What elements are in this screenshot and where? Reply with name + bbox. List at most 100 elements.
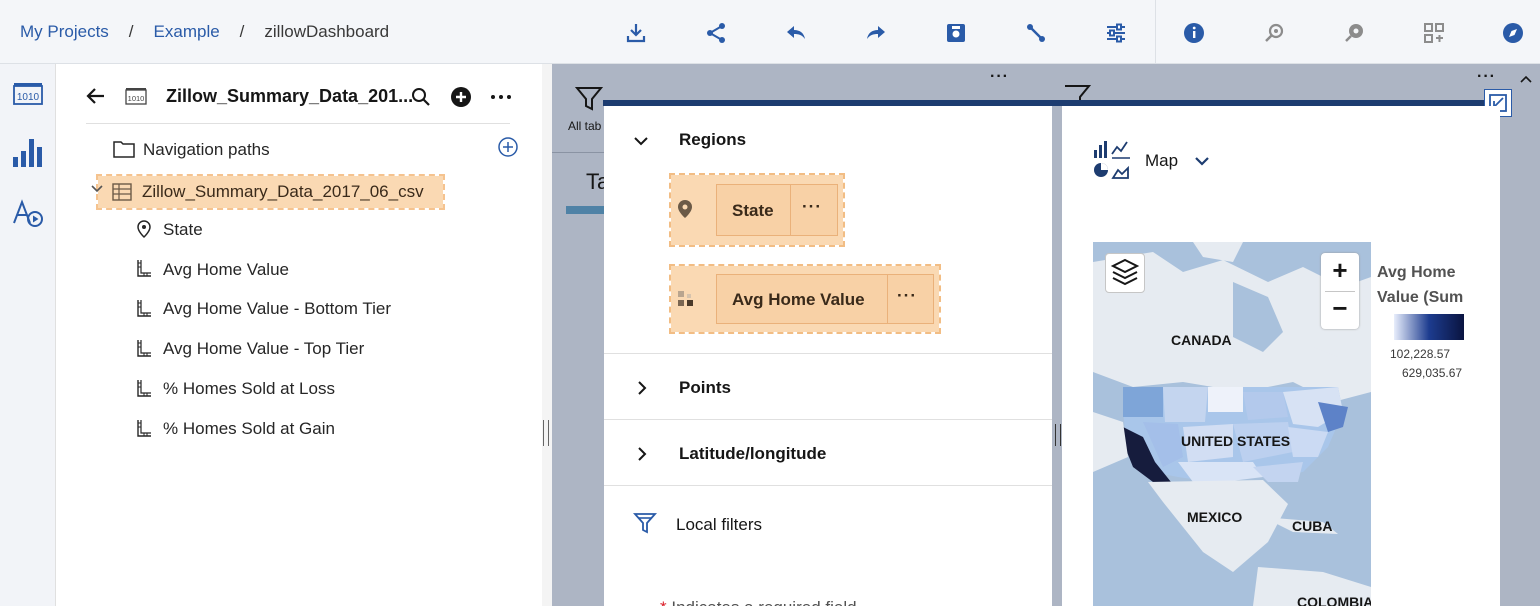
section-divider: [604, 419, 1052, 420]
add-navigation-path-icon[interactable]: [497, 136, 519, 158]
map-label-canada: CANADA: [1171, 332, 1232, 348]
redo-icon[interactable]: [863, 20, 889, 46]
search-icon[interactable]: [409, 85, 433, 109]
value-chip-label: Avg Home Value: [732, 290, 865, 309]
field-item[interactable]: % Homes Sold at Loss: [163, 379, 335, 399]
data-sources-icon[interactable]: 1010: [10, 76, 46, 112]
change-visualization-icon[interactable]: [1092, 140, 1132, 182]
field-item[interactable]: Avg Home Value - Top Tier: [163, 339, 364, 359]
breadcrumb-my-projects[interactable]: My Projects: [20, 22, 109, 42]
assistant-icon[interactable]: [1341, 20, 1367, 46]
regions-slot-state[interactable]: State ···: [669, 173, 845, 247]
canvas-tab-divider: [552, 152, 604, 153]
zoom-divider: [1325, 291, 1355, 292]
legend-gradient: [1394, 314, 1464, 340]
map-legend: Avg Home Value (Sum 102,228.57 629,035.6…: [1371, 242, 1481, 442]
measure-ruler-icon: [136, 419, 152, 437]
field-item[interactable]: Avg Home Value: [163, 260, 289, 280]
canvas-overflow-menu[interactable]: ···: [1477, 68, 1496, 86]
snapshot-icon[interactable]: [943, 20, 969, 46]
explore-icon[interactable]: [1261, 20, 1287, 46]
points-heading[interactable]: Points: [679, 378, 731, 398]
chevron-down-icon[interactable]: [90, 182, 104, 196]
state-field-chip[interactable]: State ···: [716, 184, 838, 236]
field-properties-panel: Regions State ··· Avg Home Value ··· Poi…: [604, 106, 1052, 606]
measure-ruler-icon: [136, 299, 152, 317]
field-item[interactable]: Avg Home Value - Bottom Tier: [163, 299, 391, 319]
toolbar-divider: [1155, 0, 1156, 64]
all-tabs-label[interactable]: All tab: [568, 119, 601, 133]
visualizations-icon[interactable]: [10, 134, 46, 170]
back-arrow-icon[interactable]: [84, 84, 108, 108]
filter-icon[interactable]: [575, 86, 603, 112]
filter-settings-icon[interactable]: [1103, 20, 1129, 46]
panel-resize-handle[interactable]: [1055, 424, 1061, 446]
legend-title-line2: Value (Sum: [1377, 289, 1464, 306]
layout-icon[interactable]: [1421, 20, 1447, 46]
map-label-colombia: COLOMBIA: [1297, 594, 1371, 606]
chevron-right-icon[interactable]: [634, 446, 650, 462]
canvas-overflow-menu[interactable]: ···: [990, 68, 1009, 86]
data-source-icon: 1010: [125, 86, 147, 106]
required-asterisk: *: [660, 598, 671, 606]
assets-icon[interactable]: [10, 196, 46, 232]
local-filters-label[interactable]: Local filters: [676, 515, 762, 535]
regions-slot-value[interactable]: Avg Home Value ···: [669, 264, 941, 334]
geo-pin-icon: [136, 220, 152, 238]
section-divider: [604, 485, 1052, 486]
state-chip-label: State: [732, 201, 774, 220]
table-icon: [112, 183, 132, 201]
undo-icon[interactable]: [783, 20, 809, 46]
map-label-cuba: CUBA: [1292, 518, 1333, 534]
filter-icon[interactable]: [633, 512, 657, 534]
field-item[interactable]: % Homes Sold at Gain: [163, 419, 335, 439]
chip-divider: [887, 275, 888, 323]
required-field-note: * Indicates a required field: [660, 598, 857, 606]
map-label-mexico: MEXICO: [1187, 509, 1243, 525]
legend-title-line1: Avg Home: [1377, 264, 1456, 281]
info-icon[interactable]: [1181, 20, 1207, 46]
breadcrumb-example[interactable]: Example: [154, 22, 220, 42]
map-label-united-states: UNITED STATES: [1181, 433, 1291, 449]
layers-icon[interactable]: [1105, 253, 1145, 293]
data-source-title: Zillow_Summary_Data_201...: [166, 86, 414, 106]
data-panel: 1010 Zillow_Summary_Data_201... Navigati…: [56, 64, 542, 606]
connect-icon[interactable]: [1023, 20, 1049, 46]
zoom-out-button[interactable]: −: [1321, 293, 1359, 329]
required-note-text: Indicates a required field: [671, 598, 856, 606]
state-chip-menu[interactable]: ···: [802, 197, 822, 217]
overflow-menu-icon[interactable]: [489, 85, 513, 109]
breadcrumb-separator: /: [239, 22, 245, 41]
source-table-name: Zillow_Summary_Data_2017_06_csv: [142, 182, 424, 201]
chevron-up-icon[interactable]: [1519, 72, 1533, 86]
field-item[interactable]: State: [163, 220, 203, 240]
measure-ruler-icon: [136, 339, 152, 357]
geo-pin-icon: [677, 199, 693, 219]
share-icon[interactable]: [703, 20, 729, 46]
folder-icon: [113, 140, 135, 158]
chip-divider: [790, 185, 791, 235]
section-divider: [604, 353, 1052, 354]
zoom-in-button[interactable]: +: [1321, 255, 1359, 291]
breadcrumb-separator: /: [128, 22, 134, 41]
panel-resize-handle[interactable]: [543, 420, 549, 446]
latlong-heading[interactable]: Latitude/longitude: [679, 444, 826, 464]
chevron-down-icon[interactable]: [632, 132, 650, 150]
svg-text:1010: 1010: [17, 92, 40, 103]
viz-type-label[interactable]: Map: [1145, 151, 1178, 171]
chevron-right-icon[interactable]: [634, 380, 650, 396]
legend-min: 102,228.57: [1390, 347, 1451, 361]
chevron-down-icon[interactable]: [1193, 152, 1211, 170]
source-table-row[interactable]: Zillow_Summary_Data_2017_06_csv: [91, 174, 445, 210]
download-icon[interactable]: [623, 20, 649, 46]
regions-heading[interactable]: Regions: [679, 130, 746, 150]
navigation-paths-item[interactable]: Navigation paths: [143, 140, 270, 160]
breadcrumb-current: zillowDashboard: [264, 22, 390, 41]
svg-text:1010: 1010: [128, 94, 145, 103]
navigate-icon[interactable]: [1500, 20, 1526, 46]
breadcrumb: My Projects / Example / zillowDashboard: [20, 22, 389, 42]
add-circle-icon[interactable]: [449, 85, 473, 109]
value-field-chip[interactable]: Avg Home Value ···: [716, 274, 934, 324]
value-chip-menu[interactable]: ···: [897, 286, 917, 306]
legend-max: 629,035.67: [1402, 366, 1463, 380]
